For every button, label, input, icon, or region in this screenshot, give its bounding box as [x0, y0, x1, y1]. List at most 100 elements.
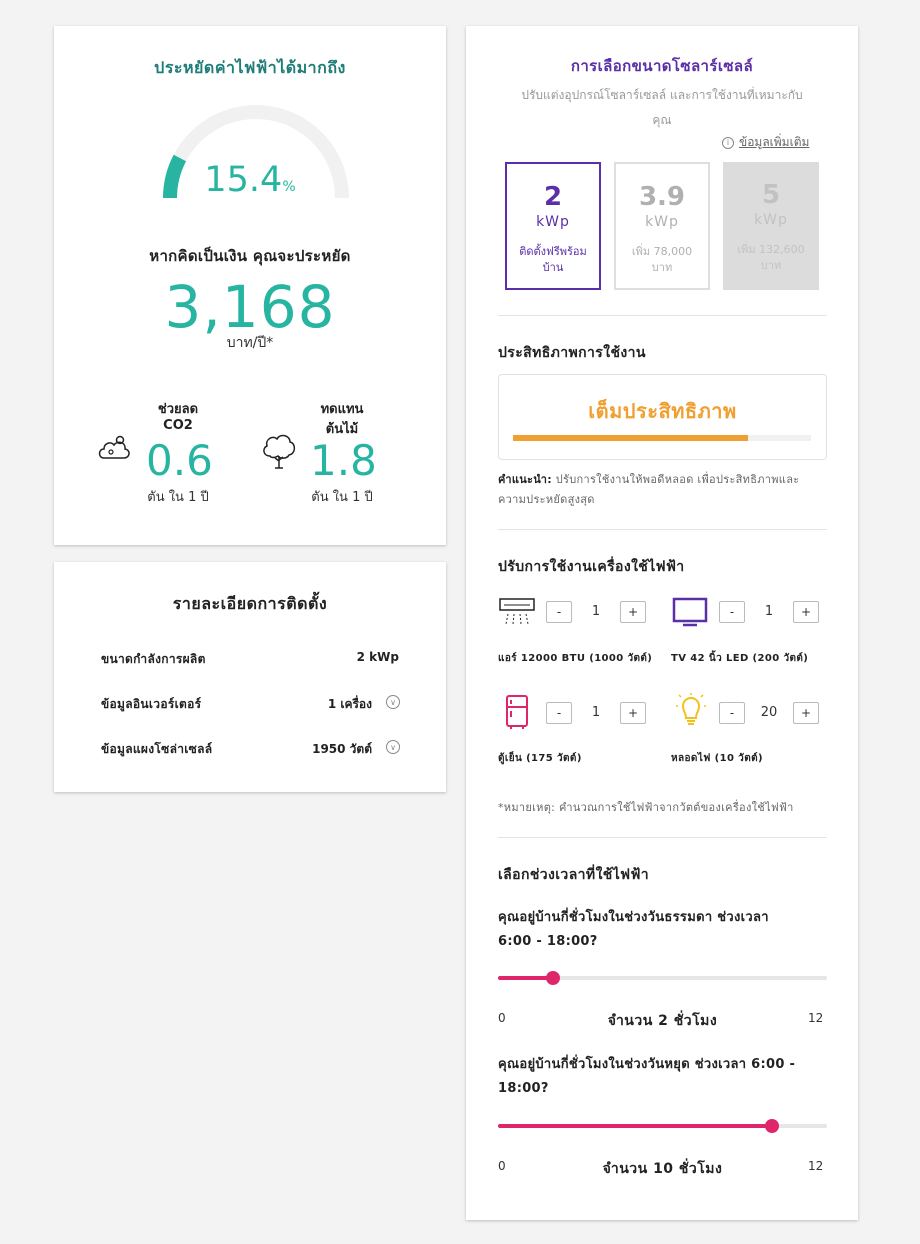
- size-option-value: 3.9: [638, 182, 686, 212]
- more-info-label: ข้อมูลเพิ่มเติม: [739, 135, 810, 149]
- co2-label-line1: ช่วยลด: [157, 402, 199, 417]
- efficiency-title: ประสิทธิภาพการใช้งาน: [498, 345, 646, 361]
- efficiency-bar-track: [513, 435, 811, 441]
- size-option-2kwp[interactable]: 2 kWp ติดตั้งฟรีพร้อม บ้าน: [505, 162, 601, 290]
- money-unit: บาท/ปี*: [226, 335, 274, 351]
- size-option-value: 5: [761, 180, 781, 210]
- tv-minus-button[interactable]: -: [719, 601, 745, 623]
- divider: [498, 529, 827, 530]
- install-row-panel-value: 1950 วัตต์: [312, 742, 372, 756]
- co2-unit: ตัน ใน 1 ปี: [147, 490, 209, 505]
- size-option-desc-line1: ติดตั้งฟรีพร้อม: [519, 245, 587, 258]
- weekend-hours: จำนวน 10 ชั่วโมง: [602, 1161, 723, 1177]
- install-row-panel-label: ข้อมูลแผงโซล่าเซลล์: [101, 742, 213, 756]
- tv-plus-button[interactable]: +: [793, 601, 819, 623]
- size-option-desc-line2: บาท: [651, 261, 673, 274]
- weekday-question: คุณอยู่บ้านกี่ชั่วโมงในช่วงวันธรรมดา ช่ว…: [498, 906, 827, 954]
- efficiency-bar-fill: [513, 435, 749, 441]
- co2-value: 0.6: [146, 436, 213, 485]
- divider: [498, 315, 827, 316]
- ac-count: 1: [591, 604, 601, 619]
- size-option-unit: kWp: [645, 214, 679, 230]
- size-option-5kwp: 5 kWp เพิ่ม 132,600 บาท: [723, 162, 819, 290]
- size-option-desc-line2: บ้าน: [542, 261, 564, 274]
- advice-text-line2: ความประหยัดสูงสุด: [498, 493, 595, 506]
- savings-title: ประหยัดค่าไฟฟ้าได้มากถึง: [154, 58, 346, 77]
- size-option-desc-line1: เพิ่ม 78,000: [631, 245, 693, 258]
- bulb-minus-button[interactable]: -: [719, 702, 745, 724]
- size-option-value: 2: [543, 182, 563, 212]
- size-option-desc-line2: บาท: [760, 259, 782, 272]
- co2-cloud-icon: [96, 430, 132, 466]
- fridge-plus-button[interactable]: +: [620, 702, 646, 724]
- sizing-title: การเลือกขนาดโซลาร์เซลล์: [570, 57, 754, 75]
- advice-text-line1: ปรับการใช้งานให้พอดีหลอด เพื่อประสิทธิภา…: [551, 473, 800, 486]
- install-row-capacity-label: ขนาดกำลังการผลิต: [101, 652, 206, 666]
- config-card: การเลือกขนาดโซลาร์เซลล์ ปรับแต่งอุปกรณ์โ…: [466, 26, 858, 1220]
- money-value: 3,168: [164, 273, 336, 341]
- fridge-minus-button[interactable]: -: [546, 702, 572, 724]
- appliances-note: *หมายเหตุ: คำนวณการใช้ไฟฟ้าจากวัตต์ของเค…: [498, 801, 794, 814]
- efficiency-advice: คำแนะนำ: ปรับการใช้งานให้พอดีหลอด เพื่อป…: [498, 470, 834, 510]
- more-info-link[interactable]: i ข้อมูลเพิ่มเติม: [722, 133, 809, 152]
- appliances-title: ปรับการใช้งานเครื่องใช้ไฟฟ้า: [498, 559, 685, 575]
- ac-label: แอร์ 12000 BTU (1000 วัตต์): [498, 653, 653, 664]
- inverter-chevron-down-icon[interactable]: ∨: [386, 695, 400, 709]
- fridge-icon: [504, 694, 530, 730]
- fridge-count: 1: [591, 705, 601, 720]
- fridge-label: ตู้เย็น (175 วัตต์): [498, 753, 582, 764]
- install-row-capacity-value: 2 kWp: [356, 650, 399, 664]
- tv-icon: [671, 596, 709, 628]
- weekend-max: 12: [808, 1159, 824, 1173]
- advice-label: คำแนะนำ:: [498, 473, 552, 486]
- divider: [498, 837, 827, 838]
- lightbulb-icon: [674, 692, 708, 730]
- sizing-subtitle-line2: คุณ: [652, 113, 672, 127]
- savings-card: ประหยัดค่าไฟฟ้าได้มากถึง 15.4% หากคิดเป็…: [54, 26, 446, 545]
- advice-line1: คำแนะนำ: ปรับการใช้งานให้พอดีหลอด เพื่อป…: [498, 470, 834, 490]
- weekend-slider-thumb[interactable]: [765, 1119, 780, 1133]
- co2-label-line2: CO2: [163, 418, 193, 433]
- weekend-question: คุณอยู่บ้านกี่ชั่วโมงในช่วงวันหยุด ช่วงเ…: [498, 1053, 827, 1101]
- weekday-slider-fill: [498, 976, 553, 980]
- install-card: รายละเอียดการติดตั้ง ขนาดกำลังการผลิต 2 …: [54, 562, 446, 792]
- install-title: รายละเอียดการติดตั้ง: [172, 594, 328, 613]
- sizing-subtitle-line1: ปรับแต่งอุปกรณ์โซลาร์เซลล์ และการใช้งานท…: [521, 88, 803, 102]
- efficiency-status: เต็มประสิทธิภาพ: [588, 399, 737, 423]
- money-label: หากคิดเป็นเงิน คุณจะประหยัด: [149, 247, 351, 265]
- weekday-hours: จำนวน 2 ชั่วโมง: [607, 1013, 718, 1029]
- ac-plus-button[interactable]: +: [620, 601, 646, 623]
- install-row-inverter-value: 1 เครื่อง: [327, 697, 372, 711]
- info-icon: i: [722, 136, 734, 149]
- size-option-3-9kwp[interactable]: 3.9 kWp เพิ่ม 78,000 บาท: [614, 162, 710, 290]
- savings-percent-unit: %: [282, 179, 296, 195]
- weekday-slider[interactable]: [498, 971, 827, 985]
- weekend-question-line2: 18:00?: [498, 1081, 549, 1096]
- savings-percent-value: 15.4: [204, 160, 283, 200]
- weekday-max: 12: [808, 1011, 824, 1025]
- tv-count: 1: [764, 604, 774, 619]
- weekday-question-line2: 6:00 - 18:00?: [498, 934, 598, 949]
- weekend-slider-fill: [498, 1124, 773, 1128]
- tree-icon: [260, 430, 298, 470]
- size-option-unit: kWp: [536, 214, 570, 230]
- ac-minus-button[interactable]: -: [546, 601, 572, 623]
- efficiency-box: เต็มประสิทธิภาพ: [498, 374, 827, 460]
- panel-chevron-down-icon[interactable]: ∨: [386, 740, 400, 754]
- weekend-question-line1: คุณอยู่บ้านกี่ชั่วโมงในช่วงวันหยุด ช่วงเ…: [498, 1057, 796, 1072]
- bulb-label: หลอดไฟ (10 วัตต์): [671, 753, 763, 764]
- air-conditioner-icon: [498, 596, 536, 628]
- tv-label: TV 42 นิ้ว LED (200 วัตต์): [671, 653, 809, 664]
- size-option-unit: kWp: [754, 212, 788, 228]
- size-option-desc-line1: เพิ่ม 132,600: [737, 243, 805, 256]
- weekend-slider[interactable]: [498, 1119, 827, 1133]
- bulb-count: 20: [760, 705, 778, 720]
- install-row-inverter-label: ข้อมูลอินเวอร์เตอร์: [101, 697, 202, 711]
- time-title: เลือกช่วงเวลาที่ใช้ไฟฟ้า: [498, 867, 650, 883]
- savings-percent: 15.4%: [150, 160, 350, 200]
- weekday-question-line1: คุณอยู่บ้านกี่ชั่วโมงในช่วงวันธรรมดา ช่ว…: [498, 910, 769, 925]
- trees-label-line1: ทดแทน: [320, 402, 364, 417]
- trees-value: 1.8: [310, 436, 377, 485]
- bulb-plus-button[interactable]: +: [793, 702, 819, 724]
- weekday-slider-thumb[interactable]: [545, 971, 560, 985]
